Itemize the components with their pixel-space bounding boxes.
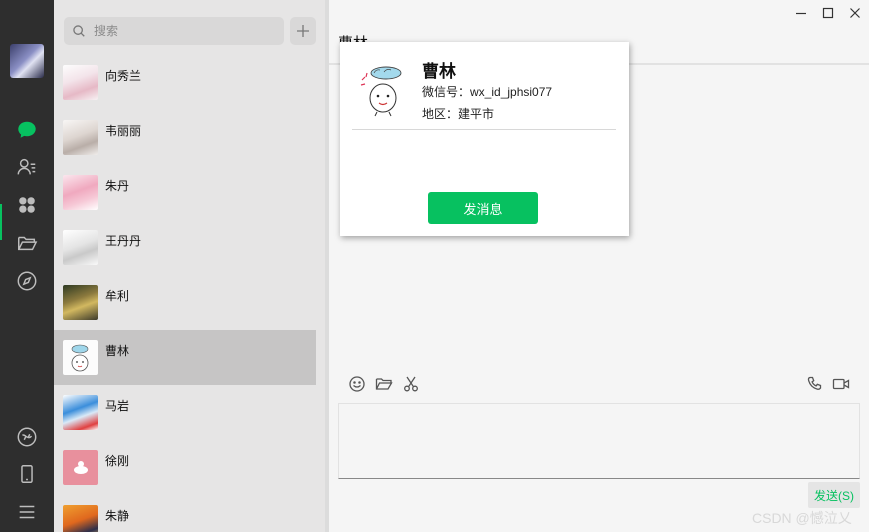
profile-name: 曹林 bbox=[422, 62, 456, 81]
watermark: CSDN @憾泣乂 bbox=[752, 510, 852, 526]
chat-icon[interactable] bbox=[15, 118, 39, 142]
contact-name: 马岩 bbox=[105, 399, 130, 413]
contact-item[interactable]: 徐刚 bbox=[54, 440, 316, 495]
contact-item[interactable]: 马岩 bbox=[54, 385, 316, 440]
search-box[interactable] bbox=[64, 17, 284, 45]
contact-item[interactable]: 朱静 bbox=[54, 495, 316, 532]
contact-name: 向秀兰 bbox=[105, 69, 142, 83]
profile-region-row: 地区：建平市 bbox=[422, 105, 494, 122]
contact-item[interactable]: 韦丽丽 bbox=[54, 110, 316, 165]
contact-name: 韦丽丽 bbox=[105, 124, 142, 138]
contact-list-panel: 向秀兰 韦丽丽 朱丹 王丹丹 牟利 曹林 马岩 bbox=[54, 0, 325, 532]
menu-icon[interactable] bbox=[15, 500, 39, 524]
profile-card: 曹林 微信号：wx_id_jphsi077 地区：建平市 发消息 bbox=[340, 42, 629, 236]
minimize-icon[interactable] bbox=[792, 4, 810, 22]
add-contact-button[interactable] bbox=[290, 17, 316, 45]
contact-name: 曹林 bbox=[105, 344, 130, 358]
profile-divider bbox=[352, 129, 616, 130]
emoji-icon[interactable] bbox=[347, 374, 367, 394]
contact-item[interactable]: 朱丹 bbox=[54, 165, 316, 220]
profile-avatar bbox=[356, 60, 408, 118]
sidebar-edge-marker bbox=[0, 204, 2, 240]
contact-item[interactable]: 牟利 bbox=[54, 275, 316, 330]
wechat-id-label: 微信号： bbox=[422, 85, 471, 99]
scissors-icon[interactable] bbox=[401, 374, 421, 394]
contact-avatar bbox=[63, 120, 98, 155]
profile-wechat-id-row: 微信号：wx_id_jphsi077 bbox=[422, 83, 552, 100]
voice-call-icon[interactable] bbox=[805, 374, 825, 394]
contact-name: 牟利 bbox=[105, 289, 130, 303]
message-input[interactable] bbox=[338, 403, 860, 479]
sidebar bbox=[0, 0, 54, 532]
send-message-button[interactable]: 发消息 bbox=[428, 192, 538, 224]
folder-icon[interactable] bbox=[15, 231, 39, 255]
region-label: 地区： bbox=[422, 107, 459, 121]
contact-name: 朱静 bbox=[105, 509, 130, 523]
folder-icon[interactable] bbox=[374, 374, 394, 394]
contact-list-scrollbar[interactable] bbox=[316, 55, 325, 532]
contact-item-selected[interactable]: 曹林 bbox=[54, 330, 316, 385]
contact-avatar bbox=[63, 65, 98, 100]
contacts-icon[interactable] bbox=[15, 155, 39, 179]
plus-icon bbox=[297, 25, 309, 37]
contact-item[interactable]: 王丹丹 bbox=[54, 220, 316, 275]
contact-avatar bbox=[63, 450, 98, 485]
contact-avatar bbox=[63, 175, 98, 210]
contact-avatar bbox=[63, 230, 98, 265]
send-button[interactable]: 发送(S) bbox=[808, 482, 860, 508]
video-call-icon[interactable] bbox=[831, 374, 851, 394]
wechat-id-value: wx_id_jphsi077 bbox=[470, 85, 553, 99]
my-avatar[interactable] bbox=[10, 44, 44, 78]
close-icon[interactable] bbox=[846, 4, 864, 22]
search-icon bbox=[73, 25, 85, 37]
contact-name: 朱丹 bbox=[105, 179, 130, 193]
favorites-icon[interactable] bbox=[15, 193, 39, 217]
contact-avatar bbox=[63, 285, 98, 320]
phone-icon[interactable] bbox=[15, 462, 39, 486]
region-value: 建平市 bbox=[458, 107, 495, 121]
contact-avatar bbox=[63, 395, 98, 430]
contact-list: 向秀兰 韦丽丽 朱丹 王丹丹 牟利 曹林 马岩 徐刚 朱静 bbox=[54, 55, 316, 532]
moments-icon[interactable] bbox=[15, 269, 39, 293]
search-input[interactable] bbox=[94, 24, 264, 38]
mini-program-icon[interactable] bbox=[15, 425, 39, 449]
contact-name: 王丹丹 bbox=[105, 234, 142, 248]
maximize-icon[interactable] bbox=[819, 4, 837, 22]
contact-item[interactable]: 向秀兰 bbox=[54, 55, 316, 110]
contact-avatar bbox=[63, 340, 98, 375]
contact-name: 徐刚 bbox=[105, 454, 130, 468]
contact-avatar bbox=[63, 505, 98, 532]
